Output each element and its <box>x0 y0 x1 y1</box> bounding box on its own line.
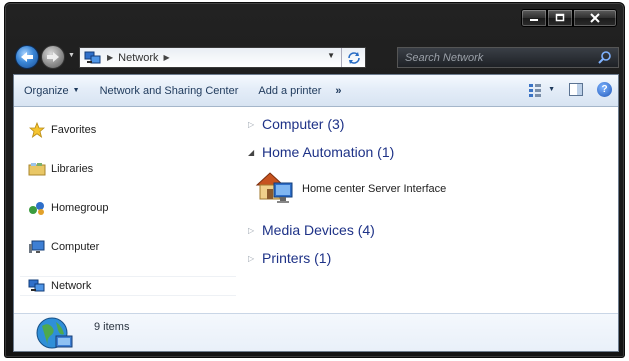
more-commands-button[interactable]: » <box>335 85 341 97</box>
minimize-button[interactable] <box>521 9 547 27</box>
expand-arrow-icon[interactable]: ▷ <box>248 226 256 235</box>
search-icon[interactable] <box>598 51 612 65</box>
computer-icon <box>28 239 46 255</box>
preview-pane-icon[interactable] <box>569 83 583 96</box>
help-icon[interactable]: ? <box>597 82 612 97</box>
sidebar-item-label: Computer <box>51 241 100 253</box>
item-count: 9 items <box>94 321 130 333</box>
home-server-icon <box>254 169 296 208</box>
close-icon <box>590 13 600 23</box>
sidebar-item-label: Favorites <box>51 124 97 136</box>
group-header-printers[interactable]: ▷ Printers (1) <box>248 250 331 266</box>
device-label: Home center Server Interface <box>302 182 447 195</box>
network-sharing-label: Network and Sharing Center <box>99 84 239 97</box>
breadcrumb-chevron-icon[interactable]: ▶ <box>107 53 113 62</box>
group-header-computer[interactable]: ▷ Computer (3) <box>248 116 344 132</box>
sidebar-item-computer[interactable]: Computer <box>28 239 99 255</box>
sidebar-item-libraries[interactable]: Libraries <box>28 161 93 177</box>
sidebar-item-network[interactable]: Network <box>20 276 236 296</box>
group-label: Home Automation (1) <box>262 144 395 160</box>
command-bar: Organize ▼ Network and Sharing Center Ad… <box>14 75 618 107</box>
breadcrumb-network[interactable]: Network <box>118 52 158 64</box>
network-sharing-center-button[interactable]: Network and Sharing Center <box>90 75 249 106</box>
network-icon <box>28 278 46 294</box>
group-label: Printers (1) <box>262 250 332 266</box>
breadcrumb-chevron-icon[interactable]: ▶ <box>164 53 170 62</box>
caption-buttons <box>521 9 617 27</box>
group-header-home-automation[interactable]: ◢ Home Automation (1) <box>248 144 394 160</box>
homegroup-icon <box>28 200 46 216</box>
details-pane: 9 items <box>14 313 618 351</box>
close-button[interactable] <box>573 9 617 27</box>
sidebar-item-label: Libraries <box>51 163 94 175</box>
device-item[interactable]: Home center Server Interface <box>254 169 446 208</box>
forward-arrow-icon <box>47 52 59 62</box>
sidebar-item-favorites[interactable]: Favorites <box>28 122 96 138</box>
change-view-icon[interactable] <box>528 83 542 97</box>
chevron-down-icon: ▼ <box>72 87 80 94</box>
organize-label: Organize <box>24 84 69 97</box>
expand-arrow-icon[interactable]: ▷ <box>248 120 256 129</box>
view-controls: ▼ ? <box>528 82 612 97</box>
group-label: Computer (3) <box>262 116 345 132</box>
navigation-pane: Favorites Libraries Homegroup Computer N… <box>14 108 239 313</box>
sidebar-item-label: Homegroup <box>51 202 109 214</box>
navigation-row: ▼ ▶ Network ▶ ▼ Search Network <box>13 43 619 69</box>
collapse-arrow-icon[interactable]: ◢ <box>248 148 256 157</box>
recent-pages-dropdown[interactable]: ▼ <box>68 52 75 59</box>
network-globe-icon <box>34 316 74 355</box>
search-placeholder: Search Network <box>405 51 484 64</box>
search-box[interactable]: Search Network <box>397 47 619 68</box>
view-options-dropdown-icon[interactable]: ▼ <box>548 86 555 93</box>
address-dropdown-icon[interactable]: ▼ <box>327 51 335 60</box>
organize-menu[interactable]: Organize ▼ <box>14 75 90 106</box>
explorer-panel: Organize ▼ Network and Sharing Center Ad… <box>13 74 619 352</box>
sidebar-item-homegroup[interactable]: Homegroup <box>28 200 108 216</box>
refresh-button[interactable] <box>341 48 365 67</box>
add-printer-label: Add a printer <box>258 84 322 97</box>
refresh-icon <box>347 51 360 64</box>
libraries-icon <box>28 161 46 177</box>
sidebar-item-label: Network <box>51 280 92 292</box>
expand-arrow-icon[interactable]: ▷ <box>248 254 256 263</box>
group-label: Media Devices (4) <box>262 222 375 238</box>
content-area: ▷ Computer (3) ◢ Home Automation (1) Hom… <box>242 108 618 313</box>
explorer-window: ▼ ▶ Network ▶ ▼ Search Network Organize … <box>4 2 625 358</box>
add-printer-button[interactable]: Add a printer <box>248 75 331 106</box>
address-bar[interactable]: ▶ Network ▶ ▼ <box>79 47 366 68</box>
forward-button[interactable] <box>41 45 65 69</box>
network-icon <box>84 51 102 65</box>
back-arrow-icon <box>21 52 33 62</box>
back-button[interactable] <box>15 45 39 69</box>
star-icon <box>28 122 46 138</box>
minimize-icon <box>530 19 538 21</box>
group-header-media-devices[interactable]: ▷ Media Devices (4) <box>248 222 375 238</box>
maximize-icon <box>555 13 565 22</box>
maximize-button[interactable] <box>547 9 573 27</box>
